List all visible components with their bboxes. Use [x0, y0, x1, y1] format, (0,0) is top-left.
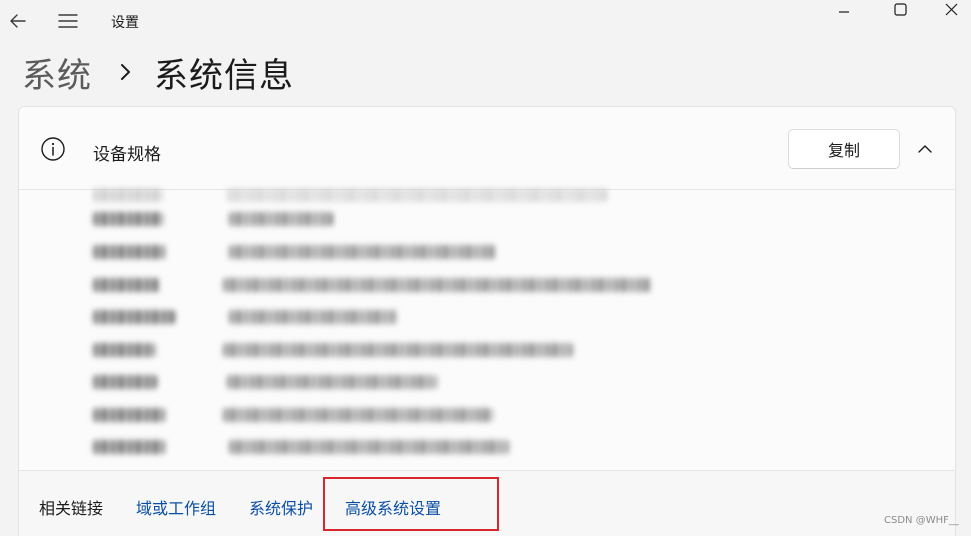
link-domain-workgroup[interactable]: 域或工作组: [136, 495, 216, 519]
spec-row: [19, 242, 955, 262]
spec-value-redacted: [229, 212, 333, 226]
info-icon: [41, 137, 65, 161]
device-specs-list: [19, 188, 955, 471]
spec-label-redacted: [93, 375, 157, 389]
minimize-button[interactable]: [822, 0, 866, 26]
related-links-label: 相关链接: [39, 499, 104, 518]
spec-value-redacted: [229, 440, 509, 454]
settings-window: 设置 系统 系统信息 设备规格 复制 相关链接 域或工作组 系统保护 高级系统设…: [0, 0, 971, 536]
breadcrumb: 系统 系统信息: [22, 48, 294, 96]
window-title: 设置: [111, 15, 139, 31]
spec-row: [19, 185, 955, 205]
spec-label-redacted: [93, 188, 163, 202]
hamburger-icon: [58, 14, 78, 28]
spec-row: [19, 275, 955, 295]
copy-button[interactable]: 复制: [788, 129, 900, 169]
spec-label-redacted: [93, 310, 175, 324]
spec-value-redacted: [223, 408, 493, 422]
spec-value-redacted: [229, 245, 495, 259]
watermark: CSDN @WHF__: [884, 515, 959, 526]
chevron-right-icon: [121, 64, 130, 80]
close-button[interactable]: [930, 0, 971, 26]
spec-label-redacted: [93, 343, 155, 357]
spec-label-redacted: [93, 212, 163, 226]
maximize-button[interactable]: [878, 0, 922, 26]
spec-value-redacted: [227, 188, 607, 202]
page-title: 系统信息: [154, 55, 294, 96]
spec-value-redacted: [223, 278, 651, 292]
spec-value-redacted: [229, 310, 397, 324]
spec-row: [19, 209, 955, 229]
spec-row: [19, 307, 955, 327]
highlight-annotation-box: [323, 477, 499, 531]
spec-value-redacted: [223, 343, 573, 357]
device-specs-header[interactable]: 设备规格 复制: [19, 107, 955, 190]
spec-value-redacted: [227, 375, 437, 389]
spec-row: [19, 372, 955, 392]
link-system-protection[interactable]: 系统保护: [249, 495, 313, 519]
spec-label-redacted: [93, 408, 165, 422]
spec-label-redacted: [93, 440, 165, 454]
spec-label-redacted: [93, 278, 159, 292]
spec-row: [19, 405, 955, 425]
minimize-icon: [839, 11, 849, 13]
spec-row: [19, 437, 955, 457]
breadcrumb-parent[interactable]: 系统: [22, 48, 92, 97]
device-specs-card: 设备规格 复制 相关链接 域或工作组 系统保护 高级系统设置: [18, 106, 956, 536]
spec-label-redacted: [93, 245, 165, 259]
back-arrow-icon: [10, 14, 26, 28]
back-button[interactable]: [6, 8, 30, 34]
menu-button[interactable]: [56, 8, 80, 34]
maximize-icon: [894, 3, 907, 16]
title-bar: 设置: [0, 0, 971, 42]
device-specs-title: 设备规格: [93, 145, 161, 165]
close-icon: [945, 3, 958, 16]
related-links-bar: 相关链接 域或工作组 系统保护 高级系统设置: [19, 470, 955, 536]
spec-row: [19, 340, 955, 360]
chevron-up-icon[interactable]: [910, 137, 940, 161]
